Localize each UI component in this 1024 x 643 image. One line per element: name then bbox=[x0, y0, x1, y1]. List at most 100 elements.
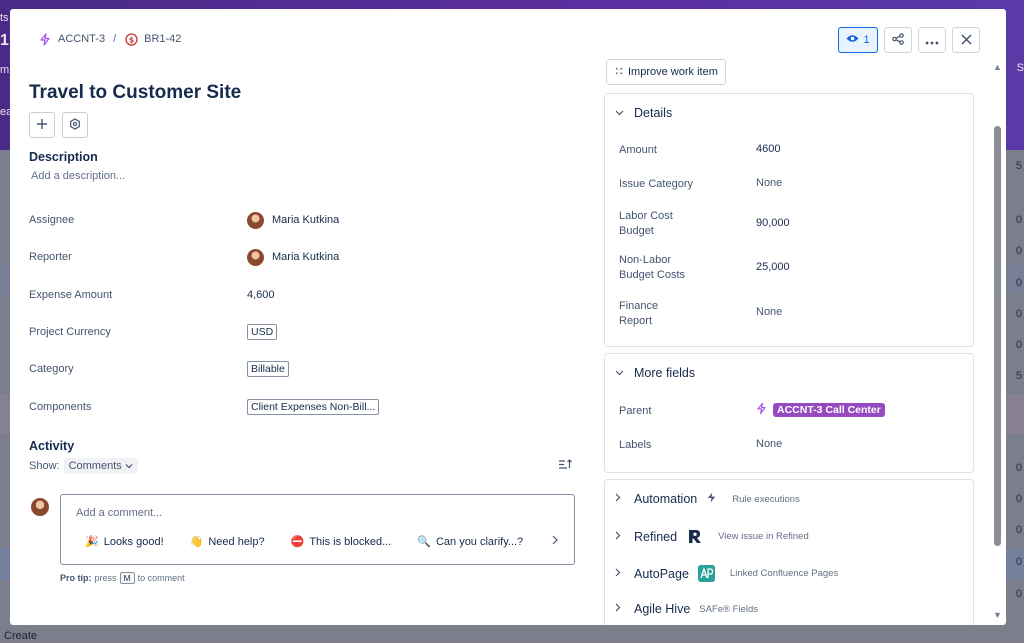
autopage-section[interactable]: AutoPage Linked Confluence Pages bbox=[615, 565, 838, 582]
detail-label: Non-Labor Budget Costs bbox=[619, 254, 686, 281]
breadcrumb-item-link[interactable]: BR1-42 bbox=[144, 33, 181, 45]
scroll-up-arrow-icon[interactable]: ▲ bbox=[993, 62, 1002, 72]
chevron-right-icon bbox=[615, 568, 625, 580]
svg-text:$: $ bbox=[129, 35, 134, 44]
quick-reply-need-help[interactable]: 👋 Need help? bbox=[189, 535, 265, 549]
pro-tip-suffix: to comment bbox=[137, 573, 185, 583]
close-button[interactable] bbox=[952, 27, 980, 53]
activity-filter-value: Comments bbox=[68, 460, 122, 472]
chevron-right-icon[interactable] bbox=[552, 534, 558, 548]
quick-reply-clarify[interactable]: 🔍 Can you clarify...? bbox=[417, 535, 524, 549]
plus-icon bbox=[36, 118, 48, 133]
comment-box[interactable]: Add a comment... 🎉 Looks good! 👋 Need he… bbox=[60, 494, 575, 565]
detail-label: Issue Category bbox=[619, 178, 693, 190]
backdrop-text: 0 bbox=[1015, 277, 1022, 289]
wave-icon: 👋 bbox=[189, 536, 204, 548]
backdrop-text: m bbox=[0, 64, 10, 76]
add-button[interactable] bbox=[29, 112, 55, 138]
app-subtitle: SAFe® Fields bbox=[699, 603, 759, 615]
detail-label: Labels bbox=[619, 439, 652, 451]
currency-value-wrap: USD bbox=[247, 324, 278, 340]
quick-reply-label: Can you clarify...? bbox=[435, 535, 524, 548]
app-subtitle: Linked Confluence Pages bbox=[729, 568, 839, 579]
breadcrumb-parent-link[interactable]: ACCNT-3 bbox=[58, 33, 105, 45]
quick-reply-looks-good[interactable]: 🎉 Looks good! bbox=[85, 535, 164, 549]
automation-section[interactable]: Automation Rule executions bbox=[615, 491, 800, 507]
create-button[interactable]: Create bbox=[4, 630, 37, 642]
details-header[interactable]: Details bbox=[615, 106, 672, 120]
issue-modal: ACCNT-3 / $ BR1-42 1 Travel to Customer … bbox=[10, 9, 1006, 625]
pro-tip-prefix: Pro tip: bbox=[60, 573, 92, 583]
field-label: Assignee bbox=[29, 214, 75, 226]
more-fields-header[interactable]: More fields bbox=[615, 366, 695, 380]
app-subtitle: Rule executions bbox=[732, 493, 800, 505]
backdrop-text: ts bbox=[0, 12, 9, 24]
backdrop-text: 0 bbox=[1015, 493, 1022, 505]
backdrop-text: S bbox=[1016, 62, 1024, 74]
chevron-down-icon bbox=[615, 367, 625, 379]
improve-label: Improve work item bbox=[628, 66, 718, 78]
comment-input[interactable]: Add a comment... bbox=[76, 507, 162, 519]
finance-report-value[interactable]: None bbox=[756, 306, 782, 318]
backdrop-text: 1 bbox=[0, 32, 9, 49]
chevron-right-icon bbox=[615, 531, 625, 543]
field-reporter: Reporter Maria Kutkina bbox=[29, 247, 579, 267]
reporter-value[interactable]: Maria Kutkina bbox=[247, 248, 339, 266]
share-button[interactable] bbox=[884, 27, 912, 53]
detail-label: Amount bbox=[619, 144, 657, 156]
labels-value[interactable]: None bbox=[756, 438, 782, 450]
details-heading: Details bbox=[634, 106, 673, 120]
parent-value[interactable]: ACCNT-3 Call Center bbox=[756, 402, 885, 418]
labor-cost-value[interactable]: 90,000 bbox=[756, 217, 790, 229]
improve-work-item-button[interactable]: Improve work item bbox=[606, 59, 726, 85]
chevron-right-icon bbox=[615, 493, 625, 505]
issue-category-value[interactable]: None bbox=[756, 177, 782, 189]
sparkle-icon bbox=[614, 66, 624, 79]
category-tag[interactable]: Billable bbox=[247, 361, 289, 377]
scroll-down-arrow-icon[interactable]: ▼ bbox=[993, 610, 1002, 620]
apps-icon bbox=[69, 117, 81, 133]
avatar bbox=[31, 498, 49, 516]
field-components: Components Client Expenses Non-Bill... bbox=[29, 397, 579, 417]
chevron-down-icon bbox=[125, 460, 133, 472]
watch-count: 1 bbox=[863, 34, 870, 46]
description-field[interactable]: Add a description... bbox=[31, 170, 125, 182]
chevron-right-icon bbox=[615, 603, 625, 615]
activity-filter: Show: Comments bbox=[29, 458, 138, 474]
expense-amount-value[interactable]: 4,600 bbox=[247, 289, 275, 301]
breadcrumb-separator: / bbox=[113, 33, 117, 45]
app-name: Agile Hive bbox=[634, 602, 691, 616]
issue-title[interactable]: Travel to Customer Site bbox=[29, 82, 241, 104]
more-actions-button[interactable] bbox=[918, 27, 946, 53]
watch-button[interactable]: 1 bbox=[838, 27, 878, 53]
quick-reply-blocked[interactable]: ⛔ This is blocked... bbox=[290, 535, 392, 549]
party-icon: 🎉 bbox=[85, 536, 99, 548]
field-label: Components bbox=[29, 401, 92, 413]
components-tag[interactable]: Client Expenses Non-Bill... bbox=[247, 399, 380, 415]
backdrop-text: 0 bbox=[1015, 462, 1022, 474]
magnifier-icon: 🔍 bbox=[417, 536, 431, 548]
activity-filter-select[interactable]: Comments bbox=[63, 458, 138, 474]
autopage-logo-icon bbox=[697, 565, 715, 582]
no-entry-icon: ⛔ bbox=[290, 536, 305, 548]
lightning-icon bbox=[756, 402, 767, 418]
chevron-down-icon bbox=[615, 107, 625, 119]
field-label: Reporter bbox=[29, 251, 72, 263]
description-heading: Description bbox=[29, 150, 98, 164]
keyboard-key: M bbox=[119, 572, 135, 584]
money-icon: $ bbox=[124, 32, 138, 46]
assignee-value[interactable]: Maria Kutkina bbox=[247, 211, 339, 229]
scrollbar-thumb[interactable] bbox=[994, 126, 1001, 546]
more-fields-panel: More fields Parent ACCNT-3 Call Center L… bbox=[604, 353, 974, 473]
apps-button[interactable] bbox=[62, 112, 88, 138]
currency-tag[interactable]: USD bbox=[247, 324, 278, 340]
pro-tip-press: press bbox=[94, 573, 117, 583]
amount-value[interactable]: 4600 bbox=[756, 143, 780, 155]
sort-icon[interactable] bbox=[558, 458, 572, 473]
non-labor-cost-value[interactable]: 25,000 bbox=[756, 261, 790, 273]
quick-reply-label: Looks good! bbox=[103, 535, 164, 548]
lightning-icon bbox=[38, 32, 52, 46]
agile-hive-section[interactable]: Agile Hive SAFe® Fields bbox=[615, 602, 758, 616]
refined-section[interactable]: Refined View issue in Refined bbox=[615, 528, 809, 545]
eye-icon bbox=[846, 34, 859, 46]
